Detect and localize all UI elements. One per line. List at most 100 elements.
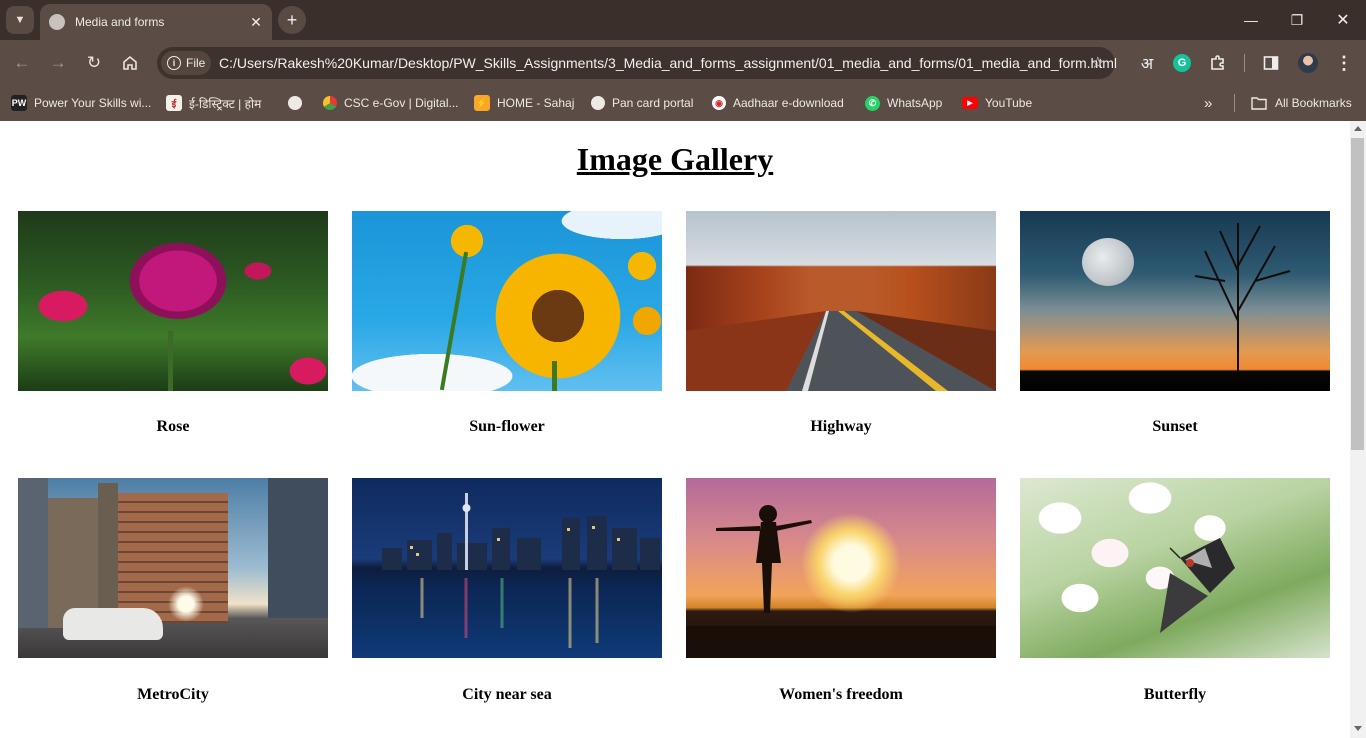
tab-search-button[interactable]: ▼: [6, 6, 34, 34]
new-tab-button[interactable]: +: [278, 6, 306, 34]
url-text[interactable]: C:/Users/Rakesh%20Kumar/Desktop/PW_Skill…: [219, 55, 1117, 71]
all-bookmarks-button[interactable]: All Bookmarks: [1251, 93, 1352, 113]
bookmarks-divider: [1234, 94, 1235, 112]
back-button[interactable]: ←: [8, 49, 36, 77]
gallery-item: Rose: [18, 211, 328, 435]
site-info-chip[interactable]: i File: [161, 51, 211, 75]
home-button[interactable]: [116, 49, 144, 77]
grammarly-extension[interactable]: G: [1172, 51, 1192, 75]
globe-icon: [288, 96, 302, 110]
gallery-caption: Butterfly: [1143, 686, 1207, 703]
gallery-caption: Sun-flower: [469, 418, 545, 435]
tab-strip: ▼ Media and forms ✕ + — ❐ ✕: [0, 0, 1366, 40]
gallery-caption: Rose: [156, 418, 190, 435]
close-window-button[interactable]: ✕: [1320, 0, 1366, 40]
grammarly-icon: G: [1173, 54, 1191, 72]
csc-icon: [323, 96, 337, 110]
bookmark-item[interactable]: Pan card portal: [591, 93, 693, 113]
butterfly-photo: [1020, 478, 1330, 658]
metrocity-photo: [18, 478, 328, 658]
sahaj-icon: ⚡: [474, 95, 490, 111]
road-shape: [686, 311, 996, 391]
gallery-item: Women's freedom: [686, 478, 996, 703]
side-panel-button[interactable]: [1260, 51, 1282, 75]
bookmark-item[interactable]: [288, 93, 309, 113]
pw-icon: PW: [11, 95, 27, 111]
profile-button[interactable]: [1297, 51, 1319, 75]
menu-button[interactable]: ⋮: [1334, 51, 1354, 75]
gallery-item: Highway: [686, 211, 996, 435]
plus-icon: +: [286, 9, 298, 30]
bookmark-item[interactable]: CSC e-Gov | Digital...: [323, 93, 458, 113]
page-viewport: Image Gallery Rose Sun-flower Highway Su…: [0, 121, 1350, 738]
bookmark-label: ई-डिस्ट्रिक्ट | होम: [189, 96, 262, 111]
chevron-down-icon: ▼: [14, 14, 26, 26]
bookmark-label: Power Your Skills wi...: [34, 96, 152, 110]
scroll-up-arrow-icon[interactable]: [1354, 126, 1362, 131]
woman-silhouette: [686, 505, 996, 658]
bookmark-item[interactable]: ई ई-डिस्ट्रिक्ट | होम: [166, 93, 261, 113]
restore-icon: ❐: [1290, 11, 1304, 28]
skyline-shape: [382, 493, 660, 648]
womens-freedom-photo: [686, 478, 996, 658]
close-icon: ✕: [1336, 12, 1350, 29]
page-title: Image Gallery: [576, 141, 774, 177]
gallery-caption: Highway: [810, 418, 872, 435]
bookmark-label: CSC e-Gov | Digital...: [344, 96, 459, 110]
gallery-item: MetroCity: [18, 478, 328, 703]
gallery-item: Sunset: [1020, 211, 1330, 435]
highway-photo: [686, 211, 996, 391]
rose-photo: [18, 211, 328, 391]
gallery-item: Sun-flower: [352, 211, 662, 435]
tree-shape: [1194, 223, 1291, 371]
gallery-caption: City near sea: [462, 686, 552, 703]
globe-icon: [49, 14, 65, 30]
all-bookmarks-label: All Bookmarks: [1275, 96, 1352, 110]
site-chip-label: File: [186, 56, 206, 70]
bookmark-label: Aadhaar e-download: [733, 96, 844, 110]
bookmark-item[interactable]: ◉ Aadhaar e-download: [712, 93, 844, 113]
avatar: [1298, 53, 1318, 73]
sunset-photo: [1020, 211, 1330, 391]
close-tab-icon[interactable]: ✕: [246, 12, 266, 32]
bookmark-item[interactable]: PW Power Your Skills wi...: [11, 93, 151, 113]
scrollbar-thumb[interactable]: [1351, 138, 1364, 450]
minimize-button[interactable]: —: [1228, 0, 1274, 40]
extensions-button[interactable]: [1206, 51, 1230, 75]
gallery-item: Butterfly: [1020, 478, 1330, 703]
browser-toolbar: ← → ↻ i File C:/Users/Rakesh%20Kumar/Des…: [0, 40, 1366, 85]
home-icon: [123, 55, 137, 70]
whatsapp-icon: ✆: [865, 95, 880, 111]
restore-button[interactable]: ❐: [1274, 0, 1320, 40]
reload-button[interactable]: ↻: [80, 49, 108, 77]
bookmark-star-icon[interactable]: ☆: [1091, 53, 1105, 73]
scroll-down-arrow-icon[interactable]: [1354, 726, 1362, 731]
toolbar-divider: [1244, 54, 1245, 72]
address-bar[interactable]: i File C:/Users/Rakesh%20Kumar/Desktop/P…: [157, 47, 1117, 79]
folder-icon: [1251, 97, 1267, 110]
sunflower-photo: [352, 211, 662, 391]
side-panel-icon: [1263, 56, 1279, 70]
info-icon: i: [167, 56, 181, 70]
bookmark-label: HOME - Sahaj: [497, 96, 575, 110]
translate-button[interactable]: अ: [1136, 51, 1158, 75]
bookmark-item[interactable]: ▶ YouTube: [962, 93, 1032, 113]
gallery-caption: MetroCity: [137, 686, 209, 703]
double-chevron-right-icon: »: [1204, 94, 1213, 112]
city-near-sea-photo: [352, 478, 662, 658]
aadhaar-icon: ◉: [712, 96, 726, 110]
bookmark-item[interactable]: ✆ WhatsApp: [865, 93, 942, 113]
more-bookmarks-button[interactable]: »: [1204, 93, 1212, 113]
bookmark-label: Pan card portal: [612, 96, 694, 110]
bookmark-item[interactable]: ⚡ HOME - Sahaj: [474, 93, 574, 113]
tab-media-and-forms[interactable]: Media and forms ✕: [40, 4, 272, 40]
forward-button[interactable]: →: [44, 49, 72, 77]
gallery-item: City near sea: [352, 478, 662, 703]
puzzle-icon: [1211, 55, 1224, 70]
bookmarks-bar: PW Power Your Skills wi... ई ई-डिस्ट्रिक…: [0, 85, 1366, 121]
edistrict-icon: ई: [166, 95, 182, 111]
bookmark-label: WhatsApp: [887, 96, 943, 110]
gallery-caption: Sunset: [1152, 418, 1198, 435]
translate-icon: अ: [1140, 54, 1154, 73]
bookmark-label: YouTube: [985, 96, 1033, 110]
